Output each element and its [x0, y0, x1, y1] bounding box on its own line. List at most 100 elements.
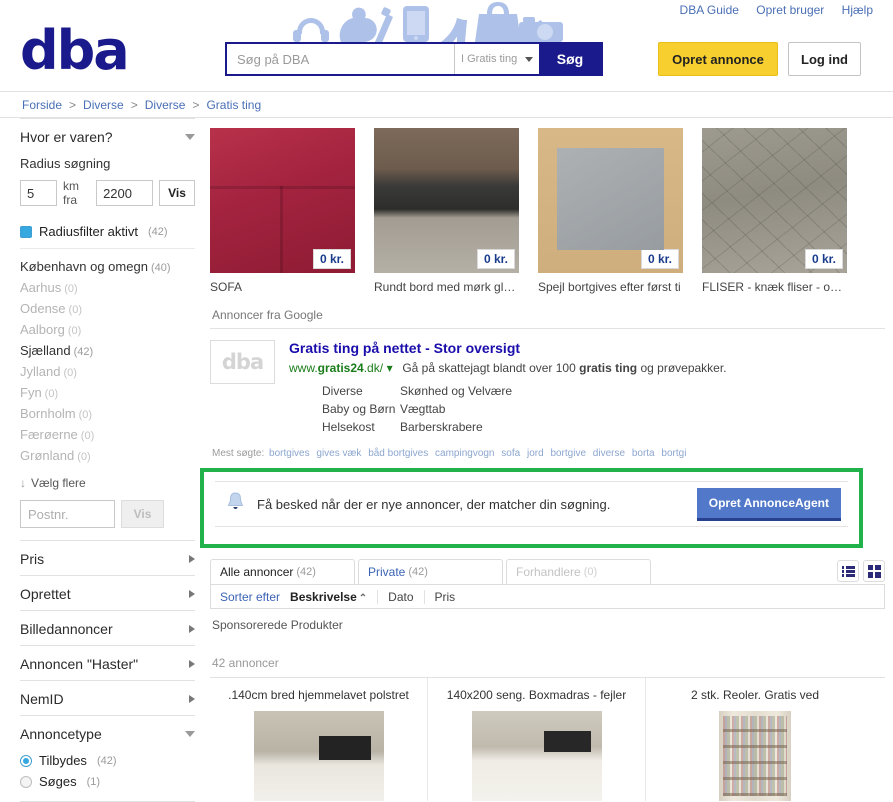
- location-item[interactable]: Aarhus (0): [20, 277, 195, 298]
- sitelink[interactable]: Barberskrabere: [400, 420, 512, 434]
- sponsored-item[interactable]: .140cm bred hjemmelavet polstret: [210, 678, 428, 801]
- location-item[interactable]: Sjælland (42): [20, 340, 195, 361]
- google-ad-url[interactable]: www.gratis24.dk/: [289, 361, 383, 375]
- most-searched-term[interactable]: båd bortgives: [368, 448, 428, 459]
- url-dropdown-icon[interactable]: ▾: [387, 361, 393, 375]
- sort-active-option[interactable]: Beskrivelse ⌃: [290, 590, 367, 604]
- sitelink[interactable]: Helsekost: [322, 420, 400, 434]
- featured-card-title[interactable]: Spejl bortgives efter først ti: [538, 280, 683, 294]
- sort-option-dato[interactable]: Dato: [377, 589, 414, 604]
- link-opret-bruger[interactable]: Opret bruger: [756, 3, 824, 17]
- breadcrumb-item-forside[interactable]: Forside: [22, 98, 62, 112]
- km-fra-label: km fra: [63, 179, 79, 207]
- filter-section-oprettet[interactable]: Oprettet: [20, 575, 195, 610]
- most-searched-term[interactable]: bortgi: [661, 448, 686, 459]
- location-item[interactable]: København og omegn (40): [20, 256, 195, 277]
- radius-show-button[interactable]: Vis: [159, 180, 195, 206]
- ad-type-option-soges[interactable]: Søges (1): [20, 771, 195, 792]
- radius-filter-active-row[interactable]: Radiusfilter aktivt (42): [20, 221, 195, 249]
- most-searched-term[interactable]: campingvogn: [435, 448, 494, 459]
- filter-section-pris[interactable]: Pris: [20, 540, 195, 575]
- featured-card[interactable]: 0 kr. SOFA: [210, 128, 355, 294]
- radius-postal-input[interactable]: [96, 180, 154, 206]
- checkbox-checked-icon[interactable]: [20, 225, 32, 238]
- featured-card[interactable]: 0 kr. Rundt bord med mørk glas...: [374, 128, 519, 294]
- featured-card-image[interactable]: 0 kr.: [538, 128, 683, 273]
- login-button[interactable]: Log ind: [788, 42, 861, 76]
- sitelink[interactable]: Vægttab: [400, 402, 512, 416]
- location-item[interactable]: Aalborg (0): [20, 319, 195, 340]
- search-button[interactable]: Søg: [539, 44, 601, 74]
- link-dba-guide[interactable]: DBA Guide: [680, 3, 739, 17]
- sort-option-pris[interactable]: Pris: [423, 589, 455, 604]
- most-searched-term[interactable]: jord: [527, 448, 544, 459]
- location-item[interactable]: Fyn (0): [20, 382, 195, 403]
- list-view-button[interactable]: [837, 560, 859, 582]
- most-searched-term[interactable]: borta: [632, 448, 655, 459]
- radio-unselected-icon[interactable]: [20, 775, 32, 788]
- location-item[interactable]: Jylland (0): [20, 361, 195, 382]
- list-view-icon: [842, 566, 855, 577]
- filter-section-billedannoncer[interactable]: Billedannoncer: [20, 610, 195, 645]
- featured-card-image[interactable]: 0 kr.: [210, 128, 355, 273]
- most-searched-term[interactable]: bortgive: [550, 448, 586, 459]
- filter-section-haster[interactable]: Annoncen "Haster": [20, 645, 195, 680]
- featured-card-title[interactable]: Rundt bord med mørk glas...: [374, 280, 519, 294]
- tab-forhandlere[interactable]: Forhandlere (0): [506, 559, 651, 584]
- location-count: (0): [44, 388, 59, 400]
- breadcrumb-item-gratis-ting[interactable]: Gratis ting: [206, 98, 261, 112]
- radius-search-row: km fra Vis: [20, 179, 195, 207]
- filter-location-header[interactable]: Hvor er varen?: [20, 118, 195, 153]
- location-item[interactable]: Færøerne (0): [20, 424, 195, 445]
- grid-view-button[interactable]: [863, 560, 885, 582]
- radius-km-input[interactable]: [20, 180, 57, 206]
- location-count: (42): [73, 346, 94, 358]
- sponsored-item-title[interactable]: 140x200 seng. Boxmadras - fejler: [434, 688, 639, 702]
- postnr-show-button[interactable]: Vis: [121, 500, 164, 528]
- location-item[interactable]: Bornholm (0): [20, 403, 195, 424]
- breadcrumb-item-diverse-2[interactable]: Diverse: [145, 98, 186, 112]
- create-ad-button[interactable]: Opret annonce: [658, 42, 778, 76]
- ad-type-option-tilbydes[interactable]: Tilbydes (42): [20, 750, 195, 771]
- choose-more-button[interactable]: ↓ Vælg flere: [20, 470, 195, 500]
- most-searched-term[interactable]: diverse: [593, 448, 625, 459]
- google-ad-title[interactable]: Gratis ting på nettet - Stor oversigt: [289, 340, 885, 356]
- featured-card-image[interactable]: 0 kr.: [702, 128, 847, 273]
- sponsored-item-image[interactable]: [719, 711, 791, 801]
- radio-selected-icon[interactable]: [20, 754, 32, 767]
- sitelink[interactable]: Baby og Børn: [322, 402, 400, 416]
- create-annonce-agent-button[interactable]: Opret AnnonceAgent: [696, 487, 841, 521]
- dba-logo[interactable]: dba: [20, 24, 130, 78]
- tab-alle-annoncer[interactable]: Alle annoncer (42): [210, 559, 355, 584]
- filter-section-nemid[interactable]: NemID: [20, 680, 195, 715]
- annonce-agent-text: Få besked når der er nye annoncer, der m…: [257, 496, 611, 512]
- header-top-links: DBA Guide Opret bruger Hjælp: [666, 3, 873, 17]
- most-searched-label: Mest søgte:: [212, 448, 265, 459]
- filter-section-annoncetype[interactable]: Annoncetype: [20, 715, 195, 750]
- featured-card-title[interactable]: FLISER - knæk fliser - omk...: [702, 280, 847, 294]
- featured-card-image[interactable]: 0 kr.: [374, 128, 519, 273]
- search-category-select[interactable]: I Gratis ting: [454, 44, 539, 74]
- featured-card[interactable]: 0 kr. Spejl bortgives efter først ti: [538, 128, 683, 294]
- location-list: København og omegn (40) Aarhus (0) Odense(…: [20, 249, 195, 470]
- postnr-input[interactable]: [20, 500, 115, 528]
- featured-card[interactable]: 0 kr. FLISER - knæk fliser - omk...: [702, 128, 847, 294]
- sponsored-item[interactable]: 2 stk. Reoler. Gratis ved: [646, 678, 864, 801]
- sitelink[interactable]: Diverse: [322, 384, 400, 398]
- link-hjaelp[interactable]: Hjælp: [842, 3, 873, 17]
- location-item[interactable]: Grønland (0): [20, 445, 195, 466]
- sitelink[interactable]: Skønhed og Velvære: [400, 384, 512, 398]
- breadcrumb-item-diverse-1[interactable]: Diverse: [83, 98, 124, 112]
- sponsored-item-title[interactable]: 2 stk. Reoler. Gratis ved: [652, 688, 858, 702]
- most-searched-term[interactable]: bortgives: [269, 448, 310, 459]
- sponsored-item-image[interactable]: [253, 711, 384, 801]
- search-input[interactable]: [227, 44, 454, 74]
- most-searched-term[interactable]: gives væk: [316, 448, 361, 459]
- sponsored-item-title[interactable]: .140cm bred hjemmelavet polstret: [216, 688, 421, 702]
- sponsored-item[interactable]: 140x200 seng. Boxmadras - fejler: [428, 678, 646, 801]
- location-item[interactable]: Odense (0): [20, 298, 195, 319]
- most-searched-term[interactable]: sofa: [501, 448, 520, 459]
- tab-private[interactable]: Private (42): [358, 559, 503, 584]
- sponsored-item-image[interactable]: [471, 711, 602, 801]
- featured-card-title[interactable]: SOFA: [210, 280, 355, 294]
